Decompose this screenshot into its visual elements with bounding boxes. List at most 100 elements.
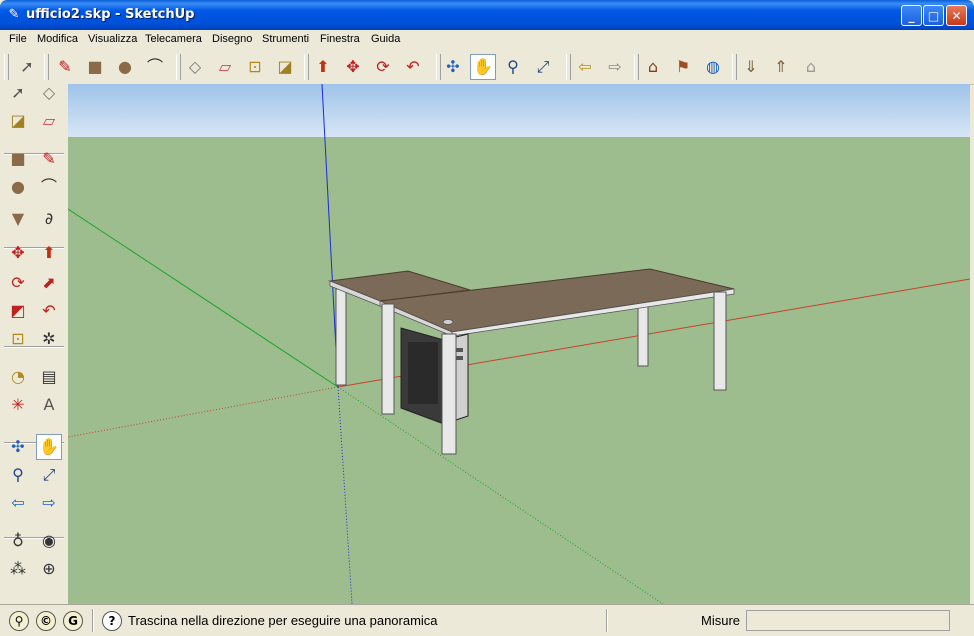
sketchup-app-icon: ✎ <box>8 7 20 22</box>
sky <box>68 84 970 137</box>
window-title: ufficio2.skp - SketchUp <box>26 7 195 22</box>
3d-warehouse-icon[interactable]: ⌂ <box>640 54 666 80</box>
tape-measure-icon[interactable]: ⊡ <box>242 54 268 80</box>
toolbar-grip[interactable] <box>634 54 639 80</box>
menu-disegno[interactable]: Disegno <box>212 33 252 45</box>
desk-leg <box>637 303 649 367</box>
side-paint-bucket-icon[interactable]: ◪ <box>5 108 31 134</box>
side-scale-icon[interactable]: ◩ <box>5 298 31 324</box>
side-dimension-icon[interactable]: ✲ <box>36 326 62 352</box>
side-axes-icon[interactable]: ✳ <box>5 392 31 418</box>
help-icon[interactable]: ? <box>102 611 122 631</box>
move-icon[interactable]: ✥ <box>340 54 366 80</box>
cpu-panel <box>408 342 438 404</box>
minimize-button[interactable]: _ <box>901 5 922 26</box>
side-next-view-icon[interactable]: ⇨ <box>36 490 62 516</box>
side-offset-icon[interactable]: ↶ <box>36 298 62 324</box>
side-freehand-icon[interactable]: ∂ <box>36 206 62 232</box>
side-previous-view-icon[interactable]: ⇦ <box>5 490 31 516</box>
add-location-icon[interactable]: ⚑ <box>670 54 696 80</box>
side-tape-measure-icon[interactable]: ⊡ <box>5 326 31 352</box>
toolbar-grip[interactable] <box>4 54 9 80</box>
arc-icon[interactable]: ⌒ <box>142 54 168 80</box>
side-walk-icon[interactable]: ⁂ <box>5 556 31 582</box>
side-3d-text-icon[interactable]: A <box>36 392 62 418</box>
cable-grommet <box>442 319 454 325</box>
close-button[interactable]: ✕ <box>946 5 967 26</box>
maximize-button[interactable]: □ <box>923 5 944 26</box>
toolbar-grip[interactable] <box>732 54 737 80</box>
side-zoom-window-icon[interactable]: ⤢ <box>36 462 62 488</box>
ground <box>68 137 970 604</box>
select-icon[interactable]: ➚ <box>14 54 40 80</box>
side-look-around-icon[interactable]: ◉ <box>36 528 62 554</box>
send-to-layout-icon[interactable]: ⌂ <box>798 54 824 80</box>
get-models-icon[interactable]: ⇓ <box>738 54 764 80</box>
side-select-icon[interactable]: ➚ <box>5 80 31 106</box>
make-component-icon[interactable]: ◇ <box>182 54 208 80</box>
orbit-icon[interactable]: ✣ <box>440 54 466 80</box>
geo-location-icon[interactable]: ⚲ <box>9 611 29 631</box>
side-follow-me-icon[interactable]: ⬈ <box>36 270 62 296</box>
share-model-icon[interactable]: ⇑ <box>768 54 794 80</box>
next-view-icon[interactable]: ⇨ <box>602 54 628 80</box>
side-line-icon[interactable]: ✎ <box>36 146 62 172</box>
menu-telecamera[interactable]: Telecamera <box>145 33 202 45</box>
eraser-icon[interactable]: ▱ <box>212 54 238 80</box>
measurements-input[interactable] <box>746 610 950 631</box>
side-polygon-icon[interactable]: ▼ <box>5 206 31 232</box>
side-zoom-icon[interactable]: ⚲ <box>5 462 31 488</box>
status-bar: ⚲ © G ? Trascina nella direzione per ese… <box>0 604 974 636</box>
drawing-area[interactable] <box>68 84 970 604</box>
menu-strumenti[interactable]: Strumenti <box>262 33 309 45</box>
side-rectangle-icon[interactable]: ■ <box>5 146 31 172</box>
status-divider <box>606 609 608 632</box>
side-move-icon[interactable]: ✥ <box>5 240 31 266</box>
side-section-plane-icon[interactable]: ⊕ <box>36 556 62 582</box>
menu-file[interactable]: File <box>9 33 27 45</box>
menu-guida[interactable]: Guida <box>371 33 400 45</box>
menu-modifica[interactable]: Modifica <box>37 33 78 45</box>
menu-visualizza[interactable]: Visualizza <box>88 33 137 45</box>
side-arc-icon[interactable]: ⌒ <box>36 174 62 200</box>
pan-icon[interactable]: ✋ <box>470 54 496 80</box>
push-pull-icon[interactable]: ⬆ <box>310 54 336 80</box>
title-bar[interactable]: ✎ ufficio2.skp - SketchUp _ □ ✕ <box>0 0 974 30</box>
measurements-label: Misure <box>701 613 741 628</box>
desk-leg <box>381 303 395 415</box>
model-scene[interactable] <box>68 84 970 604</box>
side-text-icon[interactable]: ▤ <box>36 364 62 390</box>
zoom-icon[interactable]: ⚲ <box>500 54 526 80</box>
side-eraser-icon[interactable]: ▱ <box>36 108 62 134</box>
side-orbit-icon[interactable]: ✣ <box>5 434 31 460</box>
toolbar-grip[interactable] <box>566 54 571 80</box>
toolbar-grip[interactable] <box>44 54 49 80</box>
side-protractor-icon[interactable]: ◔ <box>5 364 31 390</box>
pencil-icon[interactable]: ✎ <box>52 54 78 80</box>
paint-bucket-icon[interactable]: ◪ <box>272 54 298 80</box>
toolbar-grip[interactable] <box>304 54 309 80</box>
desk-leg <box>713 291 727 391</box>
credits-icon[interactable]: © <box>36 611 56 631</box>
side-circle-icon[interactable]: ● <box>5 174 31 200</box>
side-push-pull-icon[interactable]: ⬆ <box>36 240 62 266</box>
menu-finestra[interactable]: Finestra <box>320 33 360 45</box>
status-divider <box>92 609 94 632</box>
google-earth-icon[interactable]: ◍ <box>700 54 726 80</box>
previous-view-icon[interactable]: ⇦ <box>572 54 598 80</box>
side-pan-icon[interactable]: ✋ <box>36 434 62 460</box>
offset-icon[interactable]: ↶ <box>400 54 426 80</box>
side-make-component-icon[interactable]: ◇ <box>36 80 62 106</box>
desk-leg <box>335 288 347 386</box>
google-account-icon[interactable]: G <box>63 611 83 631</box>
desk-leg <box>441 333 457 455</box>
rectangle-icon[interactable]: ■ <box>82 54 108 80</box>
menu-bar: File Modifica Visualizza Telecamera Dise… <box>0 30 974 50</box>
circle-icon[interactable]: ● <box>112 54 138 80</box>
rotate-icon[interactable]: ⟳ <box>370 54 396 80</box>
side-rotate-icon[interactable]: ⟳ <box>5 270 31 296</box>
toolbar-grip[interactable] <box>176 54 181 80</box>
side-position-camera-icon[interactable]: ♁ <box>5 528 31 554</box>
status-message: Trascina nella direzione per eseguire un… <box>128 613 438 628</box>
zoom-extents-icon[interactable]: ⤢ <box>530 54 556 80</box>
